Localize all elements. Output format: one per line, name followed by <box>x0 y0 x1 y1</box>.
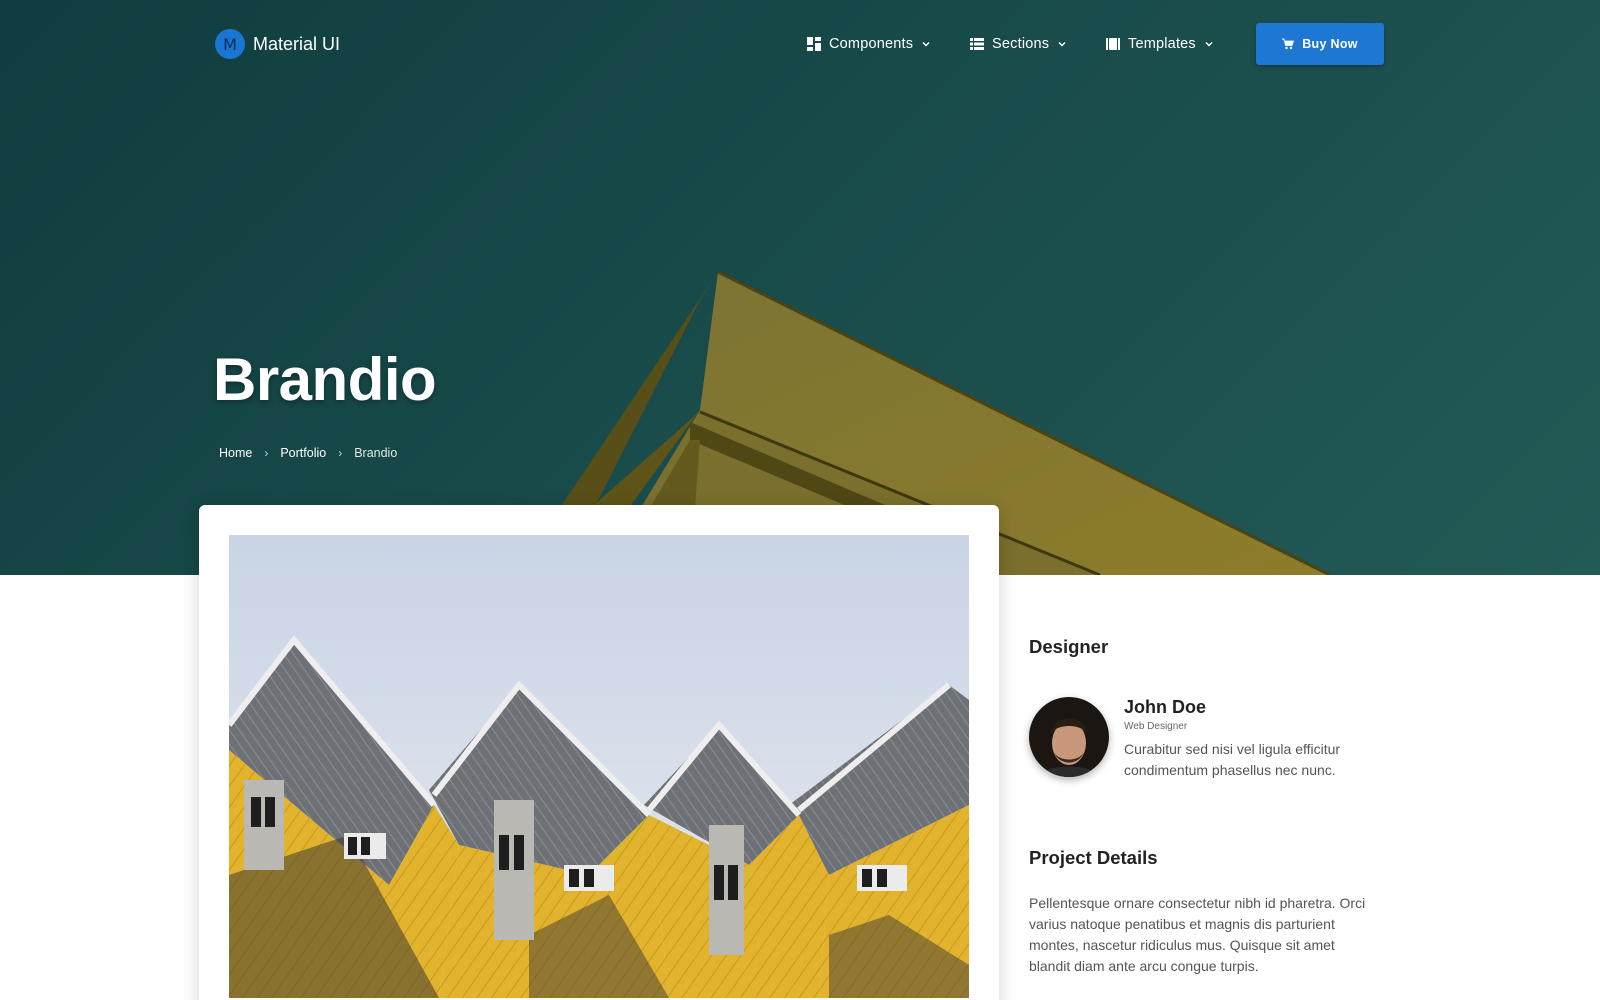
avatar <box>1029 697 1109 777</box>
chevron-down-icon <box>922 42 930 47</box>
nav-sections[interactable]: Sections <box>970 34 1067 54</box>
chevron-down-icon <box>1205 42 1213 47</box>
cart-icon <box>1282 38 1295 50</box>
hero-section: M Material UI Components Sections Templa… <box>0 0 1600 575</box>
brand-logo: M <box>215 29 245 59</box>
breadcrumb-current: Brandio <box>354 446 398 460</box>
breadcrumb: Home › Portfolio › Brandio <box>219 446 397 460</box>
brand[interactable]: M Material UI <box>215 29 340 59</box>
buy-now-label: Buy Now <box>1302 37 1358 51</box>
project-card <box>199 505 999 1000</box>
designer-role: Web Designer <box>1124 721 1188 732</box>
nav-components[interactable]: Components <box>807 34 931 54</box>
nav-sections-label: Sections <box>992 36 1050 52</box>
columns-icon <box>1106 38 1120 50</box>
chevron-right-icon: › <box>338 446 343 460</box>
project-description: Pellentesque ornare consectetur nibh id … <box>1029 895 1366 974</box>
page-title: Brandio <box>213 346 437 413</box>
dashboard-icon <box>807 37 821 51</box>
brand-name: Material UI <box>253 33 341 54</box>
designer-name: John Doe <box>1124 697 1207 717</box>
nav-components-label: Components <box>829 36 914 52</box>
list-icon <box>970 38 984 50</box>
designer-heading: Designer <box>1029 636 1109 657</box>
breadcrumb-portfolio[interactable]: Portfolio <box>280 446 326 460</box>
nav-templates[interactable]: Templates <box>1106 34 1214 54</box>
chevron-down-icon <box>1058 42 1066 47</box>
chevron-right-icon: › <box>264 446 269 460</box>
nav-templates-label: Templates <box>1128 36 1196 52</box>
project-details-heading: Project Details <box>1029 847 1158 868</box>
buy-now-button[interactable]: Buy Now <box>1256 23 1384 65</box>
project-image <box>229 535 969 998</box>
navbar: M Material UI Components Sections Templa… <box>0 0 1600 88</box>
breadcrumb-home[interactable]: Home <box>219 446 252 460</box>
designer-bio: Curabitur sed nisi vel ligula efficitur … <box>1124 741 1341 778</box>
